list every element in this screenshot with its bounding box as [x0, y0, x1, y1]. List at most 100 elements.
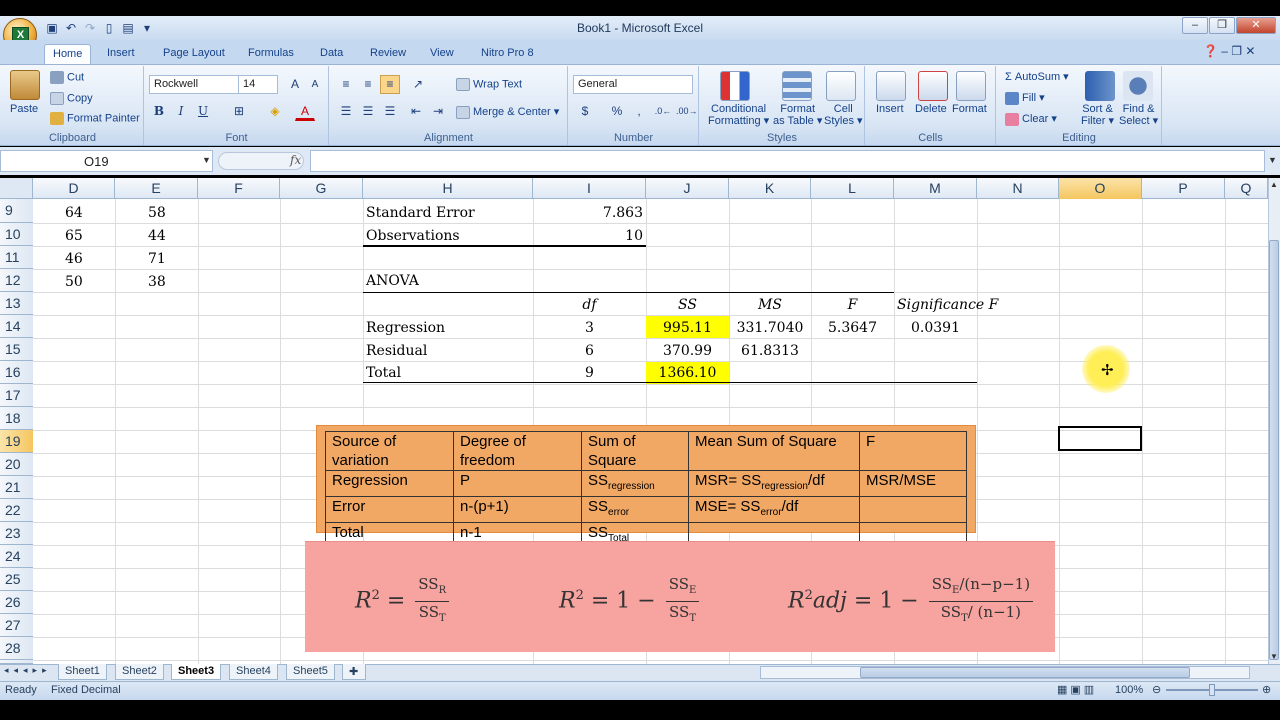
row-header-15[interactable]: 15	[0, 338, 33, 361]
tab-insert[interactable]: Insert	[99, 44, 143, 64]
anova-regression-ms[interactable]: 331.7040	[729, 317, 811, 339]
new-document-icon[interactable]: ▯	[101, 20, 117, 36]
column-header-m[interactable]: M	[894, 178, 977, 199]
select-all-corner[interactable]	[0, 178, 33, 199]
observations-value[interactable]: 10	[533, 225, 643, 247]
anova-regression-ss[interactable]: 995.11	[646, 317, 729, 339]
align-top-icon[interactable]: ≡	[336, 75, 356, 94]
format-cells-button[interactable]: Format	[952, 103, 987, 115]
save-icon[interactable]: ▣	[44, 20, 60, 36]
font-color-icon[interactable]: A	[295, 102, 315, 121]
vertical-scroll-thumb[interactable]	[1269, 240, 1279, 660]
align-center-icon[interactable]: ☰	[358, 102, 378, 121]
binoculars-icon[interactable]	[1123, 71, 1153, 101]
expand-formula-bar-icon[interactable]: ▼	[1268, 155, 1277, 165]
tab-review[interactable]: Review	[362, 44, 414, 64]
scroll-up-icon[interactable]: ▲	[1270, 180, 1278, 189]
column-header-d[interactable]: D	[33, 178, 115, 199]
insert-cells-button[interactable]: Insert	[876, 103, 904, 115]
anova-regression-label[interactable]: Regression	[366, 317, 445, 339]
percent-button[interactable]: %	[607, 102, 627, 121]
tab-page-layout[interactable]: Page Layout	[155, 44, 233, 64]
row-header-12[interactable]: 12	[0, 269, 33, 292]
cell-styles-button[interactable]: Cell Styles ▾	[824, 103, 863, 127]
cell-d12[interactable]: 50	[65, 271, 83, 293]
row-header-24[interactable]: 24	[0, 545, 33, 568]
cell-d11[interactable]: 46	[65, 248, 83, 270]
conditional-formatting-button[interactable]: Conditional Formatting ▾	[708, 103, 769, 127]
column-header-g[interactable]: G	[280, 178, 363, 199]
align-middle-icon[interactable]: ≡	[358, 75, 378, 94]
tab-data[interactable]: Data	[312, 44, 351, 64]
name-box-dropdown-icon[interactable]: ▼	[202, 155, 211, 165]
column-header-i[interactable]: I	[533, 178, 646, 199]
view-buttons-icon[interactable]: ▦▣▥	[1057, 683, 1097, 696]
zoom-slider-thumb[interactable]	[1209, 684, 1215, 696]
customize-toolbar-icon[interactable]: ▾	[139, 20, 155, 36]
bold-button[interactable]: B	[149, 102, 169, 121]
column-header-h[interactable]: H	[363, 178, 533, 199]
tab-nitro-pro[interactable]: Nitro Pro 8	[473, 44, 542, 64]
fill-button[interactable]: Fill ▾	[1005, 91, 1045, 105]
tab-formulas[interactable]: Formulas	[240, 44, 302, 64]
column-header-p[interactable]: P	[1142, 178, 1225, 199]
sheet-tab-2[interactable]: Sheet2	[115, 664, 164, 680]
paste-button[interactable]: Paste	[10, 103, 38, 115]
align-right-icon[interactable]: ☰	[380, 102, 400, 121]
insert-cells-icon[interactable]	[876, 71, 906, 101]
column-header-j[interactable]: J	[646, 178, 729, 199]
redo-icon[interactable]: ↷	[82, 20, 98, 36]
anova-total-label[interactable]: Total	[366, 362, 401, 384]
sheet-tab-3[interactable]: Sheet3	[171, 664, 222, 680]
cell-e9[interactable]: 58	[148, 202, 166, 224]
selected-cell-o19[interactable]	[1058, 426, 1142, 451]
zoom-in-icon[interactable]: ⊕	[1262, 683, 1271, 696]
column-header-k[interactable]: K	[729, 178, 811, 199]
print-preview-icon[interactable]: ▤	[120, 20, 136, 36]
format-cells-icon[interactable]	[956, 71, 986, 101]
column-header-o[interactable]: O	[1059, 178, 1142, 199]
comma-button[interactable]: ,	[629, 102, 649, 121]
observations-label[interactable]: Observations	[366, 225, 460, 247]
column-header-q[interactable]: Q	[1225, 178, 1268, 199]
cell-e11[interactable]: 71	[148, 248, 166, 270]
close-button[interactable]: ✕	[1236, 17, 1276, 34]
delete-cells-icon[interactable]	[918, 71, 948, 101]
shrink-font-button[interactable]: A	[305, 75, 325, 94]
row-header-27[interactable]: 27	[0, 614, 33, 637]
column-header-l[interactable]: L	[811, 178, 894, 199]
sort-filter-button[interactable]: Sort & Filter ▾	[1081, 103, 1114, 127]
increase-indent-icon[interactable]: ⇥	[428, 102, 448, 121]
cell-d10[interactable]: 65	[65, 225, 83, 247]
sort-filter-icon[interactable]	[1085, 71, 1115, 101]
row-header-10[interactable]: 10	[0, 223, 33, 246]
cell-e12[interactable]: 38	[148, 271, 166, 293]
wrap-text-button[interactable]: Wrap Text	[456, 78, 522, 91]
anova-residual-ms[interactable]: 61.8313	[729, 340, 811, 362]
horizontal-scroll-thumb[interactable]	[860, 667, 1190, 678]
sheet-tab-4[interactable]: Sheet4	[229, 664, 278, 680]
insert-sheet-icon[interactable]: ✚	[342, 664, 366, 680]
row-header-14[interactable]: 14	[0, 315, 33, 338]
tab-home[interactable]: Home	[44, 44, 92, 64]
anova-header-f[interactable]: F	[811, 294, 894, 316]
anova-residual-ss[interactable]: 370.99	[646, 340, 729, 362]
anova-regression-df[interactable]: 3	[533, 317, 646, 339]
zoom-level[interactable]: 100%	[1115, 684, 1143, 696]
conditional-formatting-icon[interactable]	[720, 71, 750, 101]
row-header-28[interactable]: 28	[0, 637, 33, 660]
column-header-e[interactable]: E	[115, 178, 198, 199]
std-error-value[interactable]: 7.863	[533, 202, 643, 224]
merge-center-button[interactable]: Merge & Center ▾	[456, 105, 559, 119]
sheet-tab-1[interactable]: Sheet1	[58, 664, 107, 680]
row-header-23[interactable]: 23	[0, 522, 33, 545]
row-header-19[interactable]: 19	[0, 430, 33, 453]
zoom-out-icon[interactable]: ⊖	[1152, 683, 1161, 696]
underline-button[interactable]: U	[193, 102, 213, 121]
autosum-button[interactable]: Σ AutoSum ▾	[1005, 70, 1069, 83]
row-header-16[interactable]: 16	[0, 361, 33, 384]
format-as-table-button[interactable]: Format as Table ▾	[773, 103, 822, 127]
copy-button[interactable]: Copy	[50, 92, 93, 105]
delete-cells-button[interactable]: Delete	[915, 103, 947, 115]
anova-total-ss[interactable]: 1366.10	[646, 362, 729, 384]
